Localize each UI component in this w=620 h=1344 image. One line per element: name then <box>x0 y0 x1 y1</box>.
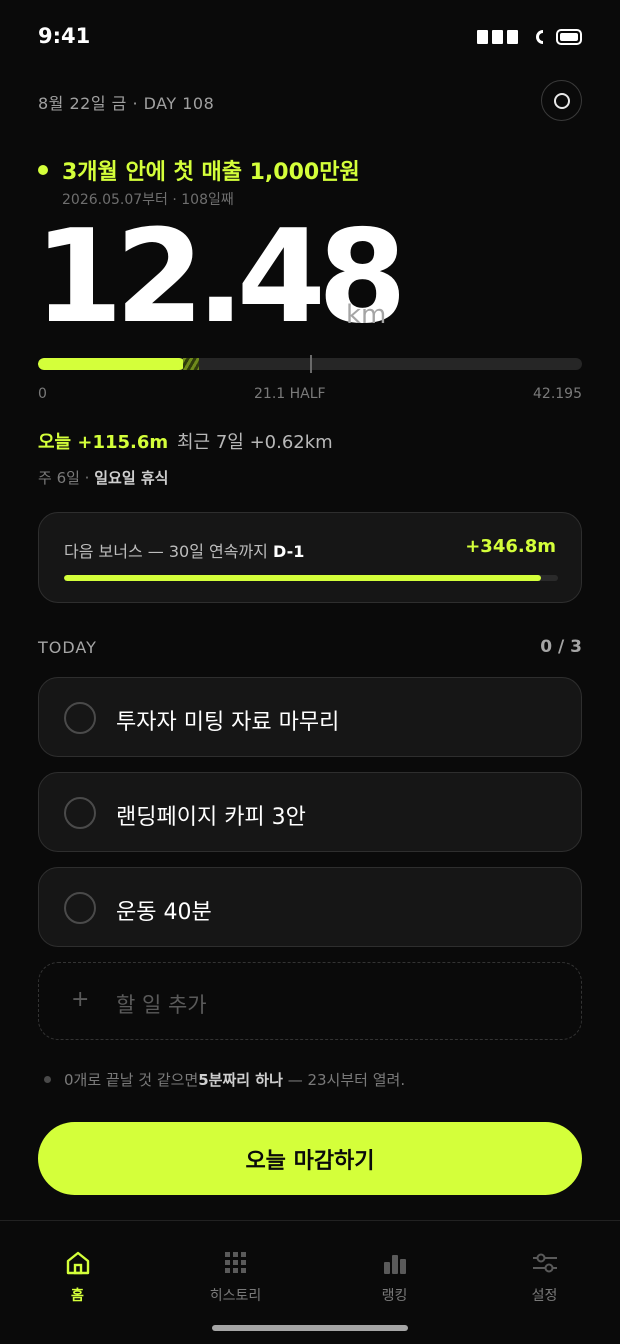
bonus-label: 다음 보너스 — 30일 연속까지 D-1 <box>64 538 304 562</box>
task-label: 운동 40분 <box>116 900 212 925</box>
status-time: 9:41 <box>38 24 91 48</box>
distance-progress-fill <box>38 358 185 370</box>
tip-prefix: 0개로 끝날 것 같으면 <box>64 1071 199 1089</box>
tab-label: 히스토리 <box>209 1288 262 1304</box>
battery-icon <box>556 29 582 45</box>
scale-mid-label: 21.1 HALF <box>254 386 326 402</box>
tip-highlight: 5분짜리 하나 <box>198 1071 283 1089</box>
wifi-icon <box>536 30 548 44</box>
tab-history[interactable]: 히스토리 <box>158 1221 313 1321</box>
bonus-card[interactable]: 다음 보너스 — 30일 연속까지 D-1 +346.8m <box>38 512 582 603</box>
status-bar: 9:41 <box>0 0 620 76</box>
rest-schedule: 주 6일 · 일요일 휴식 <box>38 467 168 488</box>
tab-home[interactable]: 홈 <box>0 1221 155 1321</box>
task-checkbox[interactable] <box>64 892 96 924</box>
distance-value: 12.48 <box>34 203 407 352</box>
bar-chart-icon <box>383 1255 406 1274</box>
tip-dot-icon <box>44 1076 51 1083</box>
today-section-title: TODAY <box>38 638 97 657</box>
signal-icon <box>507 30 518 44</box>
signal-icon <box>477 30 488 44</box>
bonus-label-text: 다음 보너스 — 30일 연속까지 <box>64 542 273 561</box>
add-task-button[interactable]: + 할 일 추가 <box>38 962 582 1040</box>
add-task-label: 할 일 추가 <box>116 993 207 1017</box>
signal-icon <box>492 30 503 44</box>
tab-label: 설정 <box>531 1288 558 1304</box>
task-item[interactable]: 투자자 미팅 자료 마무리 <box>38 677 582 757</box>
home-icon <box>66 1251 89 1275</box>
tab-ranking[interactable]: 랭킹 <box>317 1221 472 1321</box>
rest-schedule-prefix: 주 6일 · <box>38 469 95 487</box>
task-label: 투자자 미팅 자료 마무리 <box>116 710 340 735</box>
goal-title: 3개월 안에 첫 매출 1,000만원 <box>62 160 360 185</box>
distance-progress-today <box>183 358 199 370</box>
sliders-icon <box>532 1253 557 1273</box>
scale-end-label: 42.195 <box>533 386 582 402</box>
tab-settings[interactable]: 설정 <box>467 1221 620 1321</box>
tab-label: 랭킹 <box>381 1288 408 1304</box>
close-day-button[interactable]: 오늘 마감하기 <box>38 1122 582 1195</box>
task-checkbox[interactable] <box>64 702 96 734</box>
plus-icon: + <box>71 987 90 1012</box>
today-task-count: 0 / 3 <box>540 637 582 657</box>
focus-mode-button[interactable] <box>541 80 582 121</box>
date-label: 8월 22일 금 · DAY 108 <box>38 94 215 113</box>
bonus-countdown: D-1 <box>273 542 305 561</box>
task-item[interactable]: 랜딩페이지 카피 3안 <box>38 772 582 852</box>
tip-suffix: — 23시부터 열려. <box>282 1071 406 1089</box>
task-item[interactable]: 운동 40분 <box>38 867 582 947</box>
goal-row: 3개월 안에 첫 매출 1,000만원 <box>38 154 360 186</box>
circle-icon <box>553 92 570 109</box>
task-checkbox[interactable] <box>64 797 96 829</box>
recent-7-days-gain: 최근 7일 +0.62km <box>177 432 333 453</box>
bonus-amount: +346.8m <box>465 536 556 557</box>
goal-dot-icon <box>38 165 48 175</box>
bonus-progress-fill <box>64 575 541 581</box>
half-marathon-marker <box>310 355 312 373</box>
scale-start-label: 0 <box>38 386 47 402</box>
rest-day: 일요일 휴식 <box>94 469 169 487</box>
today-gain: 오늘 +115.6m <box>38 432 169 453</box>
tip-message: 0개로 끝날 것 같으면 5분짜리 하나 — 23시부터 열려. <box>44 1069 405 1090</box>
home-indicator <box>212 1325 408 1331</box>
task-label: 랜딩페이지 카피 3안 <box>116 805 306 830</box>
grid-icon <box>224 1252 246 1273</box>
tab-label: 홈 <box>71 1288 84 1304</box>
distance-unit: km <box>346 300 387 330</box>
bonus-progress-bar <box>64 575 558 581</box>
status-icons <box>477 29 582 45</box>
